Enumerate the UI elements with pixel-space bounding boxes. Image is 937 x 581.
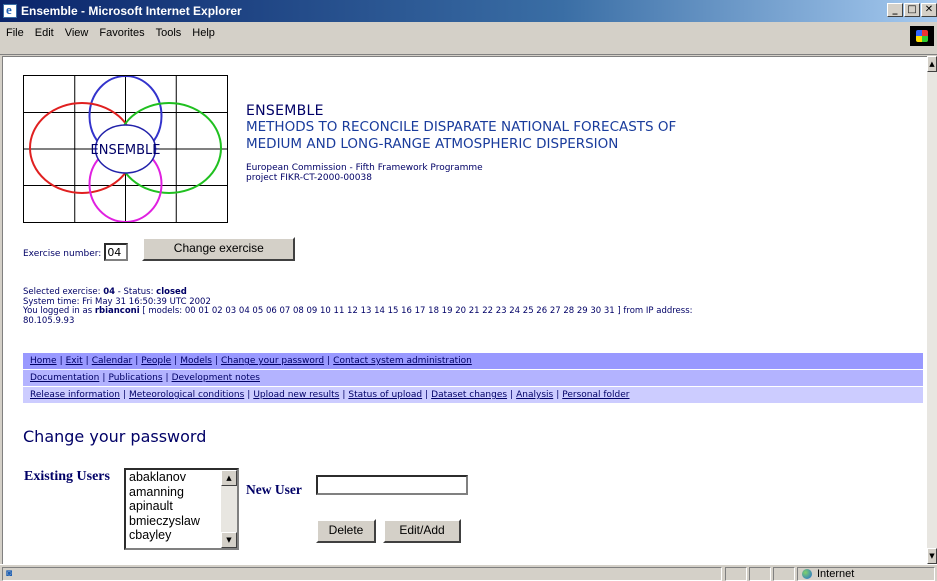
nav-separator: |: [214, 356, 218, 366]
existing-users-listbox[interactable]: abaklanov amanning apinault bmieczyslaw …: [124, 468, 239, 550]
project-text: project FIKR-CT-2000-00038: [246, 173, 372, 183]
status-cell: [773, 567, 795, 581]
ie-app-icon: [3, 2, 17, 18]
window-title-bar[interactable]: Ensemble - Microsoft Internet Explorer _…: [0, 0, 937, 22]
status-label: - Status:: [115, 287, 157, 297]
ensemble-logo-graphic: ENSEMBLE: [24, 75, 227, 223]
zone-label: Internet: [817, 568, 855, 580]
page-icon: ◙: [6, 568, 13, 579]
menu-favorites[interactable]: Favorites: [99, 27, 144, 39]
nav-separator: |: [556, 390, 560, 400]
nav-separator: |: [247, 390, 251, 400]
globe-icon: [802, 569, 812, 579]
nav-exit[interactable]: Exit: [66, 356, 83, 366]
nav-change-password[interactable]: Change your password: [221, 356, 324, 366]
nav-calendar[interactable]: Calendar: [92, 356, 132, 366]
selected-exercise-value: 04: [103, 287, 116, 297]
scroll-down-arrow-icon[interactable]: ▼: [221, 532, 237, 548]
page-scrollbar[interactable]: ▲ ▼: [927, 56, 937, 564]
nav-models[interactable]: Models: [180, 356, 212, 366]
change-exercise-button[interactable]: Change exercise: [142, 237, 296, 261]
listbox-scrollbar[interactable]: ▲ ▼: [221, 470, 237, 548]
nav-separator: |: [102, 373, 106, 383]
status-text-cell: ◙: [2, 567, 722, 581]
nav-separator: |: [425, 390, 429, 400]
menu-view[interactable]: View: [65, 27, 89, 39]
nav-home[interactable]: Home: [30, 356, 57, 366]
site-subtitle-line2: MEDIUM AND LONG-RANGE ATMOSPHERIC DISPER…: [246, 136, 619, 152]
close-button[interactable]: ✕: [921, 3, 937, 17]
login-label: You logged in as: [23, 306, 95, 316]
site-header: ENSEMBLE METHODS TO RECONCILE DISPARATE …: [246, 103, 676, 183]
nav-separator: |: [122, 390, 127, 400]
nav-row-3: Release information | Meteorological cond…: [23, 387, 923, 403]
menu-edit[interactable]: Edit: [35, 27, 54, 39]
nav-publications[interactable]: Publications: [108, 373, 162, 383]
nav-separator: |: [85, 356, 89, 366]
menu-tools[interactable]: Tools: [156, 27, 182, 39]
program-text: European Commission - Fifth Framework Pr…: [246, 163, 483, 173]
window-title: Ensemble - Microsoft Internet Explorer: [21, 4, 242, 18]
maximize-button[interactable]: □: [904, 3, 920, 17]
ip-address: 80.105.9.93: [23, 315, 75, 326]
new-user-input[interactable]: [316, 475, 468, 495]
scroll-up-arrow-icon[interactable]: ▲: [221, 470, 237, 486]
nav-separator: |: [59, 356, 63, 366]
menu-help[interactable]: Help: [192, 27, 215, 39]
logo-text: ENSEMBLE: [91, 143, 161, 158]
nav-separator: |: [327, 356, 331, 366]
status-value: closed: [156, 287, 187, 297]
nav-separator: |: [165, 373, 169, 383]
nav-release-information[interactable]: Release information: [30, 390, 120, 400]
page-title: Change your password: [23, 427, 207, 446]
status-cell: [749, 567, 771, 581]
nav-row-1: Home | Exit | Calendar | People | Models | Ch…: [23, 353, 923, 369]
delete-button[interactable]: Delete: [316, 519, 376, 543]
nav-separator: |: [510, 390, 514, 400]
session-info: Selected exercise: 04 - Status: closed S…: [23, 287, 923, 326]
models-text: [ models: 00 01 02 03 04 05 06 07 08 09 …: [139, 306, 693, 316]
menu-bar: File Edit View Favorites Tools Help: [0, 23, 937, 55]
nav-analysis[interactable]: Analysis: [516, 390, 553, 400]
site-subtitle-line1: METHODS TO RECONCILE DISPARATE NATIONAL …: [246, 119, 677, 135]
nav-dataset-changes[interactable]: Dataset changes: [431, 390, 507, 400]
nav-people[interactable]: People: [141, 356, 171, 366]
menu-file[interactable]: File: [6, 27, 24, 39]
status-bar: ◙ Internet: [0, 564, 937, 581]
ensemble-logo: ENSEMBLE: [23, 75, 228, 223]
scroll-up-arrow-icon[interactable]: ▲: [927, 56, 937, 72]
selected-exercise-label: Selected exercise:: [23, 287, 104, 297]
nav-separator: |: [342, 390, 346, 400]
status-cell: [725, 567, 747, 581]
exercise-label: Exercise number:: [23, 249, 102, 259]
zone-cell: Internet: [797, 567, 935, 581]
minimize-button[interactable]: _: [887, 3, 903, 17]
scroll-down-arrow-icon[interactable]: ▼: [927, 548, 937, 564]
nav-development-notes[interactable]: Development notes: [172, 373, 260, 383]
new-user-label: New User: [246, 482, 302, 497]
site-title: ENSEMBLE: [246, 103, 324, 119]
exercise-row: Exercise number: Change exercise: [23, 237, 296, 261]
nav-contact-admin[interactable]: Contact system administration: [333, 356, 472, 366]
nav-status-of-upload[interactable]: Status of upload: [348, 390, 422, 400]
windows-logo-icon: [910, 26, 934, 46]
exercise-number-input[interactable]: [104, 243, 129, 261]
edit-add-button[interactable]: Edit/Add: [383, 519, 461, 543]
existing-users-label: Existing Users: [24, 469, 110, 484]
nav-separator: |: [174, 356, 178, 366]
nav-row-2: Documentation | Publications | Development…: [23, 370, 923, 386]
nav-separator: |: [135, 356, 139, 366]
page-content: ENSEMBLE ENSEMBLE METHODS TO RECONCILE D…: [2, 56, 927, 564]
nav-upload-new-results[interactable]: Upload new results: [253, 390, 339, 400]
login-line: You logged in as rbianconi [ models: 00 …: [23, 306, 923, 317]
nav-personal-folder[interactable]: Personal folder: [562, 390, 629, 400]
nav-documentation[interactable]: Documentation: [30, 373, 99, 383]
nav-meteorological-conditions[interactable]: Meteorological conditions: [129, 390, 244, 400]
logged-user: rbianconi: [94, 306, 140, 316]
